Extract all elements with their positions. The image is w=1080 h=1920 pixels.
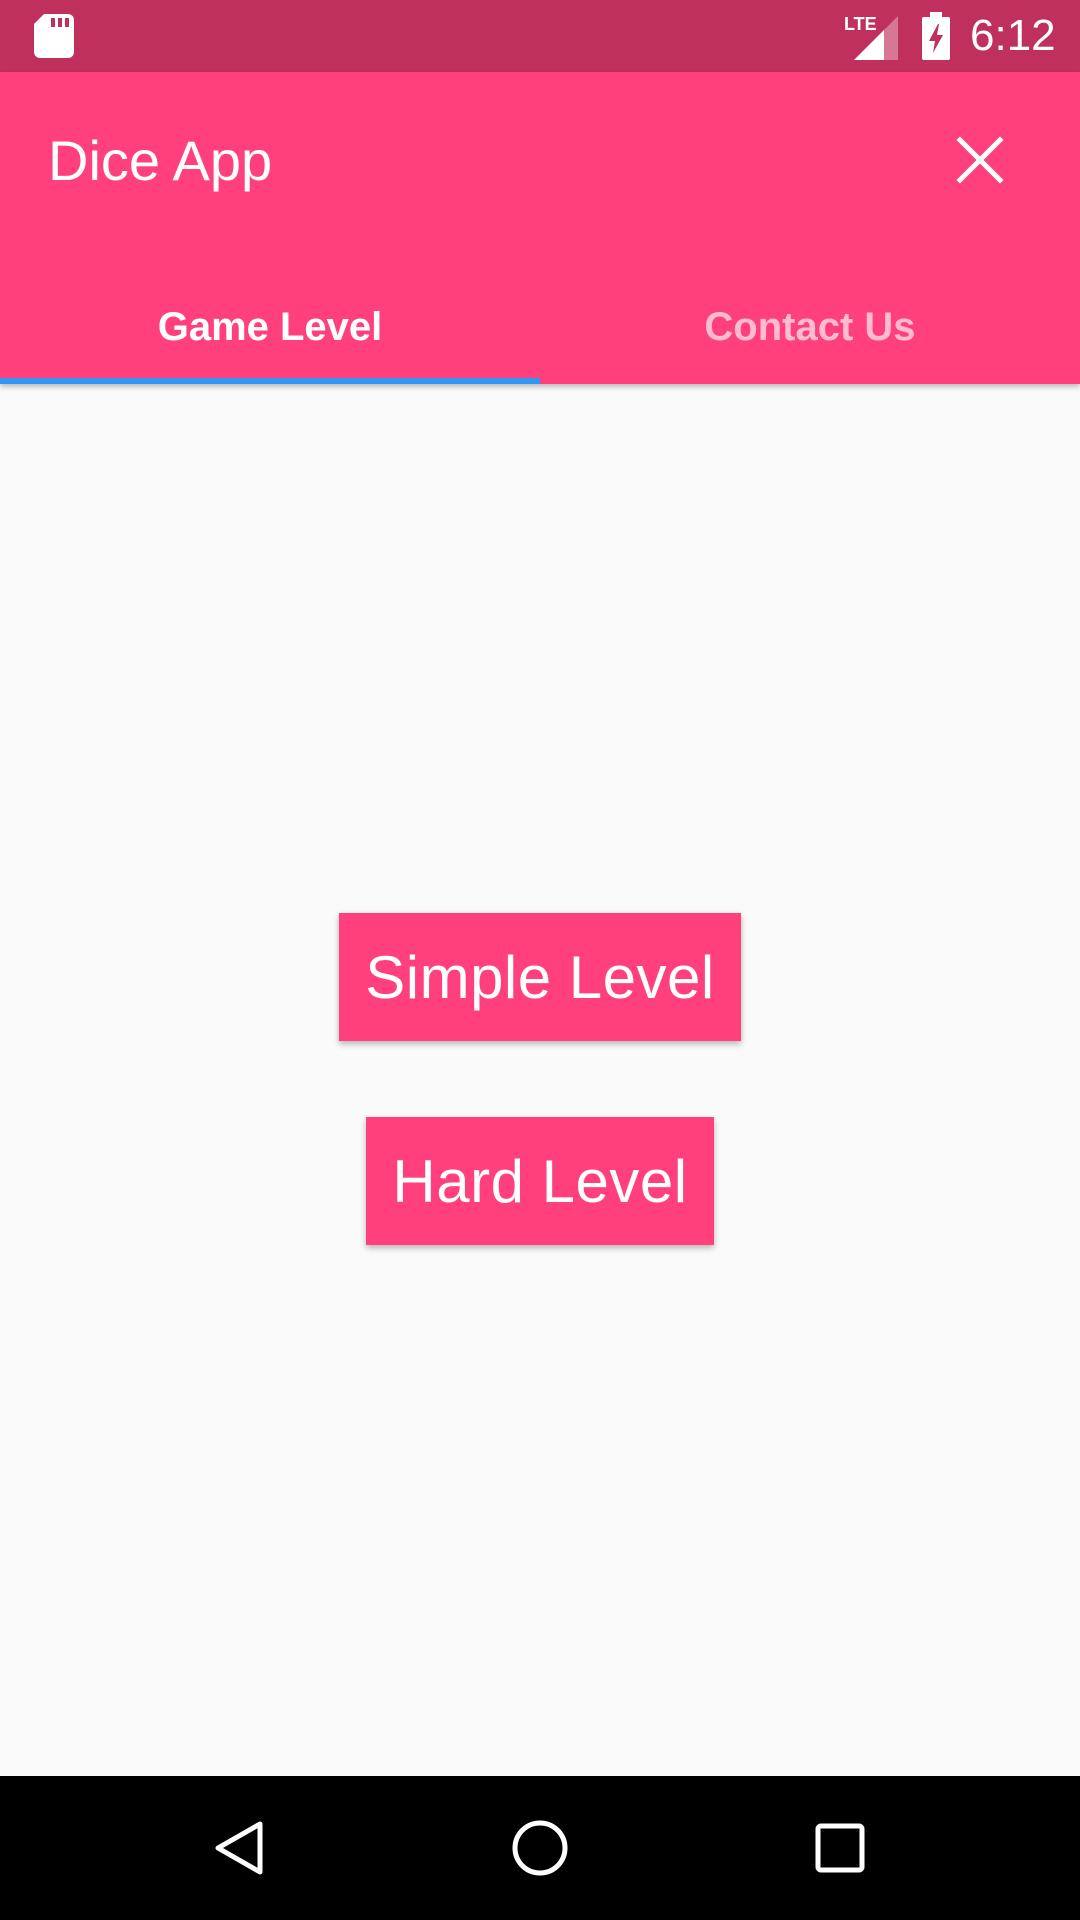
main-content: Simple Level Hard Level — [0, 384, 1080, 1776]
tab-game-level[interactable]: Game Level — [0, 270, 540, 384]
signal-icon: LTE — [844, 14, 898, 60]
status-time: 6:12 — [970, 11, 1056, 60]
tab-contact-us-label: Contact Us — [704, 304, 916, 349]
back-button[interactable] — [200, 1808, 280, 1888]
tab-indicator — [0, 378, 540, 384]
tab-bar: Game Level Contact Us — [0, 270, 1080, 384]
navigation-bar — [0, 1776, 1080, 1920]
app-bar: Dice App Game Level Contact Us — [0, 72, 1080, 384]
app-title: Dice App — [48, 129, 273, 192]
home-icon — [512, 1820, 568, 1876]
close-button[interactable] — [940, 120, 1020, 200]
hard-level-button[interactable]: Hard Level — [366, 1117, 714, 1245]
status-bar: LTE 6:12 — [0, 0, 1080, 72]
tab-contact-us[interactable]: Contact Us — [540, 270, 1080, 384]
back-icon — [215, 1821, 263, 1875]
recents-icon — [815, 1823, 865, 1873]
recents-button[interactable] — [800, 1808, 880, 1888]
simple-level-button[interactable]: Simple Level — [339, 913, 741, 1041]
home-button[interactable] — [500, 1808, 580, 1888]
battery-charging-icon — [922, 12, 950, 60]
sd-card-icon — [34, 14, 74, 58]
tab-game-level-label: Game Level — [157, 304, 383, 349]
network-label: LTE — [844, 14, 877, 34]
close-icon — [956, 136, 1004, 184]
